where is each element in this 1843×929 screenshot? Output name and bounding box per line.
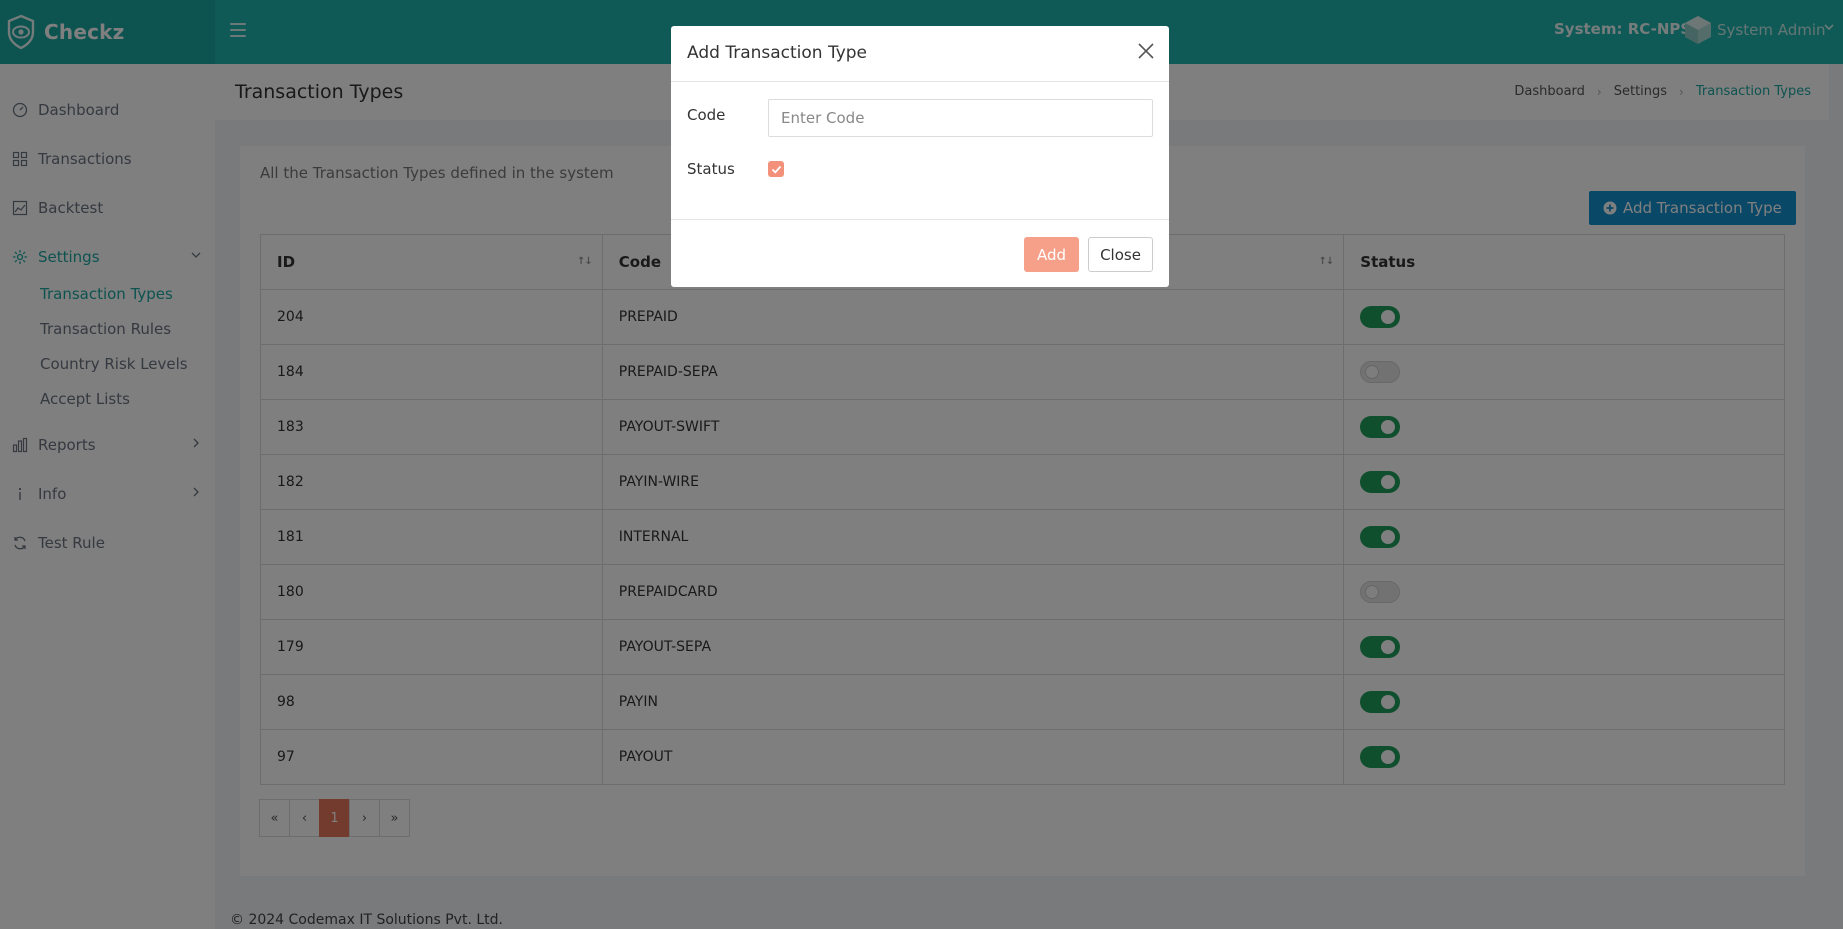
close-icon[interactable] bbox=[1135, 40, 1157, 62]
add-button[interactable]: Add bbox=[1024, 237, 1079, 272]
modal-divider bbox=[671, 81, 1169, 82]
code-label: Code bbox=[687, 106, 726, 124]
status-label: Status bbox=[687, 160, 735, 178]
close-button[interactable]: Close bbox=[1088, 237, 1153, 272]
status-checkbox[interactable] bbox=[768, 161, 784, 177]
check-icon bbox=[771, 165, 781, 174]
modal-title: Add Transaction Type bbox=[687, 43, 868, 63]
modal-divider bbox=[671, 219, 1169, 220]
code-input[interactable] bbox=[768, 99, 1153, 137]
add-transaction-type-modal: Add Transaction Type Code Status Add Clo… bbox=[671, 26, 1169, 287]
